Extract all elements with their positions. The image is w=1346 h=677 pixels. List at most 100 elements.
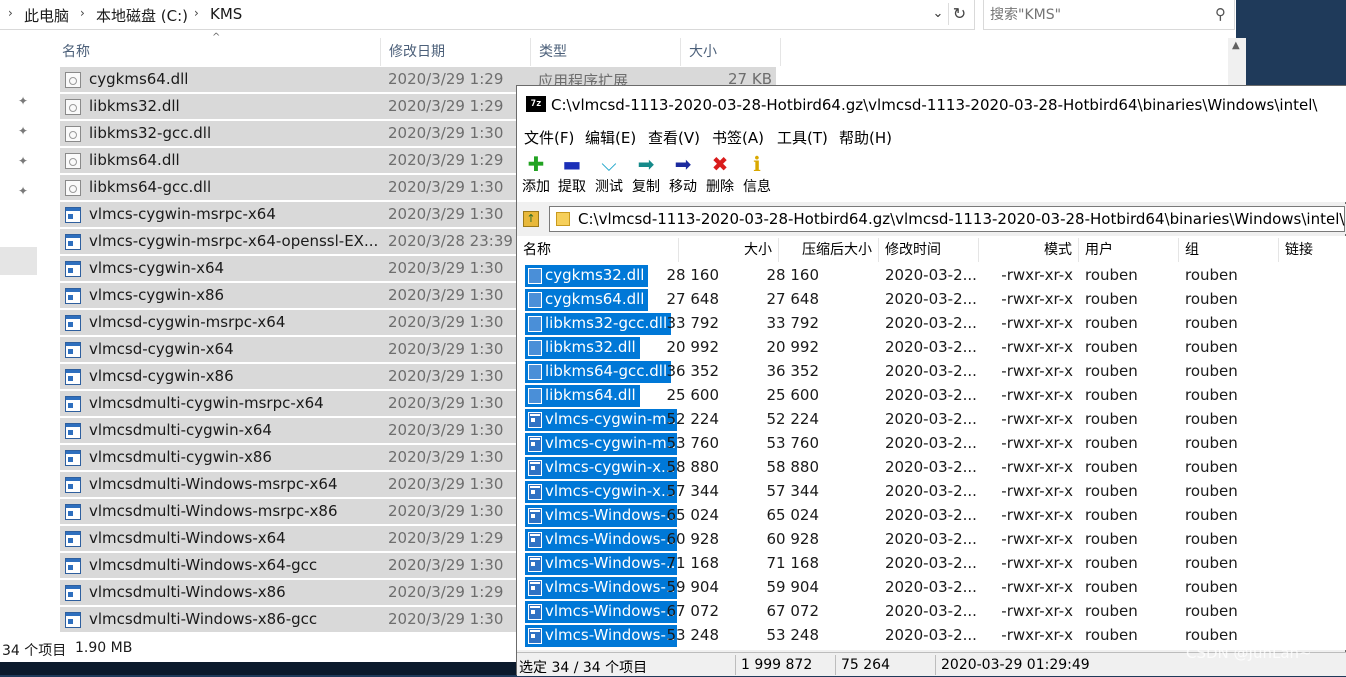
exe-file-icon (528, 628, 542, 644)
file-name: vlmcsd-cygwin-msrpc-x64 (89, 313, 286, 331)
archive-row[interactable]: libkms32-gcc.dll 33 792 33 792 2020-03-2...… (517, 312, 1346, 336)
delete-icon: ✖ (711, 152, 729, 176)
exe-file-icon (65, 612, 81, 628)
file-date: 2020/3/29 1:30 (388, 205, 504, 223)
extract-icon: ▬ (562, 152, 582, 176)
archive-row[interactable]: vlmcs-cygwin-m... 53 760 53 760 2020-03-2..… (517, 432, 1346, 456)
scroll-up-icon[interactable]: ▲ (1232, 40, 1240, 51)
archive-mode: -rwxr-xr-x (1001, 578, 1073, 596)
file-name: vlmcs-cygwin-msrpc-x64-openssl-EX... (89, 232, 379, 250)
archive-packed: 58 880 (766, 458, 820, 476)
item-count: 34 个项目 (2, 643, 67, 659)
archive-modified: 2020-03-2... (885, 410, 977, 428)
archive-row[interactable]: vlmcs-Windows-... 71 168 71 168 2020-03-2..… (517, 552, 1346, 576)
address-bar[interactable]: › 此电脑 › 本地磁盘 (C:) › KMS ⌄ ↻ (0, 0, 975, 30)
archive-file-name: vlmcs-Windows-... (545, 626, 681, 644)
menu-tools[interactable]: 工具(T) (777, 127, 828, 148)
test-button[interactable]: ⌵ 测试 (590, 152, 628, 200)
file-date: 2020/3/29 1:30 (388, 124, 504, 142)
archive-mode: -rwxr-xr-x (1001, 458, 1073, 476)
column-header-modified[interactable]: 修改时间 (879, 238, 979, 262)
breadcrumb-this-pc[interactable]: 此电脑 (24, 5, 69, 26)
add-button[interactable]: ✚ 添加 (517, 152, 555, 200)
archive-mode: -rwxr-xr-x (1001, 482, 1073, 500)
archive-user: rouben (1085, 626, 1138, 644)
copy-button[interactable]: ➡ 复制 (627, 152, 665, 200)
archive-group: rouben (1185, 386, 1238, 404)
file-name: cygkms64.dll (89, 70, 189, 88)
archive-row[interactable]: vlmcs-cygwin-x... 58 880 58 880 2020-03-2..… (517, 456, 1346, 480)
archive-row[interactable]: vlmcs-Windows-... 67 072 67 072 2020-03-2..… (517, 600, 1346, 624)
chevron-down-icon[interactable]: ⌄ (928, 3, 948, 25)
status-divider (935, 655, 936, 675)
extract-button[interactable]: ▬ 提取 (553, 152, 591, 200)
archive-user: rouben (1085, 482, 1138, 500)
column-header-type[interactable]: 类型 (531, 38, 681, 66)
breadcrumb-local-disk[interactable]: 本地磁盘 (C:) (96, 5, 188, 26)
watermark: CSDN @JunLan~ (1186, 644, 1312, 662)
column-header-name[interactable]: 名称 (54, 38, 381, 66)
archive-row[interactable]: vlmcs-Windows-... 59 904 59 904 2020-03-2..… (517, 576, 1346, 600)
file-name: libkms64.dll (89, 151, 180, 169)
column-header-packed[interactable]: 压缩后大小 (779, 238, 879, 262)
column-header-link[interactable]: 链接 (1279, 238, 1346, 262)
archive-modified: 2020-03-2... (885, 506, 977, 524)
column-header-group[interactable]: 组 (1179, 238, 1279, 262)
column-header-name[interactable]: 名称 (517, 238, 679, 262)
dll-file-icon (528, 388, 542, 404)
menu-help[interactable]: 帮助(H) (839, 127, 892, 148)
archive-size: 65 024 (666, 506, 720, 524)
move-button[interactable]: ➡ 移动 (664, 152, 702, 200)
folder-up-icon[interactable]: ↑ (523, 211, 539, 227)
path-input[interactable]: C:\vlmcsd-1113-2020-03-28-Hotbird64.gz\v… (549, 206, 1345, 232)
archive-user: rouben (1085, 410, 1138, 428)
column-header-mode[interactable]: 模式 (979, 238, 1079, 262)
exe-file-icon (528, 460, 542, 476)
status-bar: 34 个项目 1.90 MB (0, 640, 516, 662)
column-header-size[interactable]: 大小 (681, 38, 781, 66)
column-header-date[interactable]: 修改日期 (381, 38, 531, 66)
archive-user: rouben (1085, 386, 1138, 404)
archive-row[interactable]: vlmcs-cygwin-x... 57 344 57 344 2020-03-2..… (517, 480, 1346, 504)
archive-row[interactable]: cygkms32.dll 28 160 28 160 2020-03-2... -rwx… (517, 264, 1346, 288)
file-name: libkms32-gcc.dll (89, 124, 212, 142)
move-icon: ➡ (674, 152, 692, 176)
dll-file-icon (65, 180, 81, 196)
nav-selected-item[interactable] (0, 247, 37, 275)
exe-file-icon (528, 556, 542, 572)
archive-group: rouben (1185, 482, 1238, 500)
file-name: vlmcsdmulti-cygwin-x86 (89, 448, 272, 466)
refresh-icon[interactable]: ↻ (948, 3, 970, 25)
archive-group: rouben (1185, 338, 1238, 356)
archive-row[interactable]: vlmcs-Windows-... 60 928 60 928 2020-03-2..… (517, 528, 1346, 552)
archive-mode: -rwxr-xr-x (1001, 338, 1073, 356)
archive-row[interactable]: cygkms64.dll 27 648 27 648 2020-03-2... -rwx… (517, 288, 1346, 312)
archive-row[interactable]: vlmcs-Windows-... 65 024 65 024 2020-03-2..… (517, 504, 1346, 528)
menu-file[interactable]: 文件(F) (524, 127, 574, 148)
archive-row[interactable]: libkms64-gcc.dll 36 352 36 352 2020-03-2...… (517, 360, 1346, 384)
info-button[interactable]: ℹ 信息 (738, 152, 776, 200)
breadcrumb-kms[interactable]: KMS (210, 5, 242, 23)
delete-button[interactable]: ✖ 删除 (701, 152, 739, 200)
archive-row[interactable]: vlmcs-cygwin-m... 52 224 52 224 2020-03-2..… (517, 408, 1346, 432)
search-box[interactable]: ⚲ (983, 0, 1235, 30)
file-date: 2020/3/29 1:29 (388, 529, 504, 547)
column-header-user[interactable]: 用户 (1079, 238, 1179, 262)
menu-bookmarks[interactable]: 书签(A) (712, 127, 764, 148)
exe-file-icon (65, 288, 81, 304)
file-date: 2020/3/29 1:30 (388, 475, 504, 493)
menu-view[interactable]: 查看(V) (648, 127, 700, 148)
search-input[interactable] (990, 4, 1200, 26)
column-header-size[interactable]: 大小 (679, 238, 779, 262)
file-date: 2020/3/29 1:30 (388, 610, 504, 628)
exe-file-icon (65, 315, 81, 331)
file-date: 2020/3/29 1:29 (388, 97, 504, 115)
exe-file-icon (65, 369, 81, 385)
menu-edit[interactable]: 编辑(E) (585, 127, 636, 148)
search-icon[interactable]: ⚲ (1215, 5, 1226, 23)
file-name: vlmcsdmulti-Windows-x86-gcc (89, 610, 318, 628)
file-date: 2020/3/29 1:30 (388, 340, 504, 358)
archive-row[interactable]: libkms32.dll 20 992 20 992 2020-03-2... -rwx… (517, 336, 1346, 360)
archive-row[interactable]: libkms64.dll 25 600 25 600 2020-03-2... -rwx… (517, 384, 1346, 408)
file-date: 2020/3/29 1:30 (388, 313, 504, 331)
